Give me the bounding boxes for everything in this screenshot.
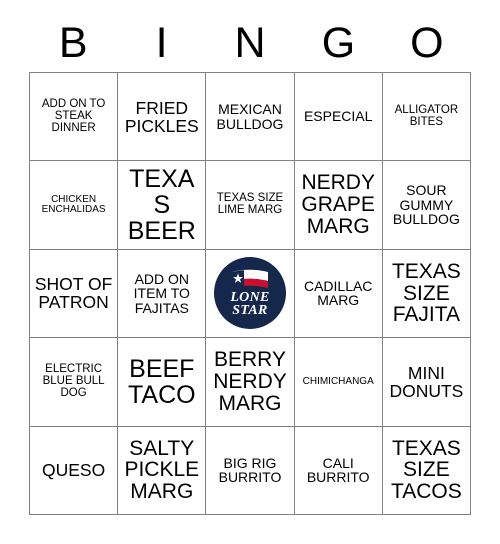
bingo-cell[interactable]: CALI BURRITO [294, 426, 383, 515]
bingo-cell-label: SHOT OF PATRON [34, 274, 113, 313]
bingo-cell-label: NERDY GRAPE MARG [301, 171, 375, 238]
bingo-header-letter-i: I [155, 18, 168, 67]
bingo-header-letter-b: B [58, 18, 88, 67]
bingo-cell[interactable]: MEXICAN BULLDOG [206, 73, 295, 162]
bingo-cell[interactable]: BERRY NERDY MARG [206, 338, 295, 427]
bingo-cell[interactable]: ALLIGATOR BITES [382, 73, 471, 162]
bingo-cell[interactable]: FRIED PICKLES [118, 73, 207, 162]
bingo-cell[interactable]: ADD ON ITEM TO FAJITAS [118, 249, 207, 339]
bingo-cell[interactable]: QUESO [30, 426, 119, 515]
logo-wordmark: LONE STAR [230, 289, 270, 319]
bingo-cell-label: MEXICAN BULLDOG [216, 101, 284, 132]
bingo-cell[interactable]: SOUR GUMMY BULLDOG [382, 161, 471, 250]
bingo-cell[interactable]: ADD ON TO STEAK DINNER [30, 73, 119, 162]
texas-flag-icon [231, 269, 268, 288]
bingo-cell-label: TEXAS BEER [127, 165, 196, 246]
bingo-cell[interactable]: BIG RIG BURRITO [206, 426, 295, 515]
bingo-cell-label: TEXAS SIZE TACOS [390, 436, 462, 504]
bingo-cell-label: QUESO [41, 460, 106, 481]
bingo-cell[interactable]: CHIMICHANGA [294, 338, 383, 427]
bingo-cell-label: FRIED PICKLES [124, 97, 199, 136]
logo-wordmark-line2: STAR [232, 303, 268, 319]
lone-star-logo: LONE STAR [206, 250, 293, 337]
bingo-cell[interactable]: CADILLAC MARG [294, 249, 383, 339]
bingo-cell[interactable]: MINI DONUTS [382, 338, 471, 427]
logo-wordmark-line1: LONE [230, 289, 270, 305]
bingo-cell[interactable]: SHOT OF PATRON [30, 249, 119, 339]
bingo-cell-label: ALLIGATOR BITES [394, 103, 459, 128]
bingo-cell[interactable]: TEXAS SIZE TACOS [382, 426, 471, 515]
bingo-cell[interactable]: NERDY GRAPE MARG [294, 161, 383, 250]
logo-circle: LONE STAR [213, 257, 286, 330]
bingo-header-letter-g: G [321, 18, 356, 67]
bingo-cell-label: BIG RIG BURRITO [218, 454, 282, 486]
bingo-grid: ADD ON TO STEAK DINNER FRIED PICKLES MEXIC… [29, 72, 471, 515]
bingo-cell-label: TEXAS SIZE FAJITA [391, 259, 461, 327]
bingo-card: B I N G O ADD ON TO STEAK DINNER FRIED PICKLE… [0, 0, 500, 544]
bingo-cell-label: BEEF TACO [127, 354, 196, 409]
bingo-cell-label: CHICKEN ENCHALIDAS [41, 193, 106, 216]
bingo-cell-label: ADD ON TO STEAK DINNER [41, 97, 106, 134]
bingo-cell[interactable]: TEXAS SIZE FAJITA [382, 249, 471, 339]
bingo-cell-label: TEXAS SIZE LIME MARG [216, 192, 284, 217]
bingo-cell-label: CHIMICHANGA [302, 375, 374, 387]
bingo-cell-label: SALTY PICKLE MARG [124, 436, 200, 504]
bingo-cell-label: ESPECIAL [303, 108, 373, 125]
bingo-cell[interactable]: CHICKEN ENCHALIDAS [30, 161, 119, 250]
bingo-header-letter-n: N [234, 18, 266, 67]
bingo-header-row: BINGO [29, 14, 471, 72]
bingo-cell-label: ADD ON ITEM TO FAJITAS [133, 270, 190, 316]
bingo-cell[interactable]: BEEF TACO [118, 338, 207, 427]
bingo-cell[interactable]: TEXAS BEER [118, 161, 207, 250]
bingo-cell-label: BERRY NERDY MARG [213, 348, 287, 415]
bingo-cell-label: SOUR GUMMY BULLDOG [392, 182, 460, 228]
bingo-header-letter-o: O [410, 18, 444, 67]
bingo-cell-label: CALI BURRITO [306, 454, 370, 486]
bingo-cell-free-space[interactable]: LONE STAR [206, 249, 295, 339]
bingo-cell[interactable]: ELECTRIC BLUE BULL DOG [30, 338, 119, 427]
bingo-cell-label: MINI DONUTS [389, 362, 464, 401]
bingo-cell-label: CADILLAC MARG [303, 277, 373, 309]
bingo-cell[interactable]: TEXAS SIZE LIME MARG [206, 161, 295, 250]
bingo-cell-label: ELECTRIC BLUE BULL DOG [42, 362, 105, 399]
bingo-cell[interactable]: ESPECIAL [294, 73, 383, 162]
bingo-cell[interactable]: SALTY PICKLE MARG [118, 426, 207, 515]
